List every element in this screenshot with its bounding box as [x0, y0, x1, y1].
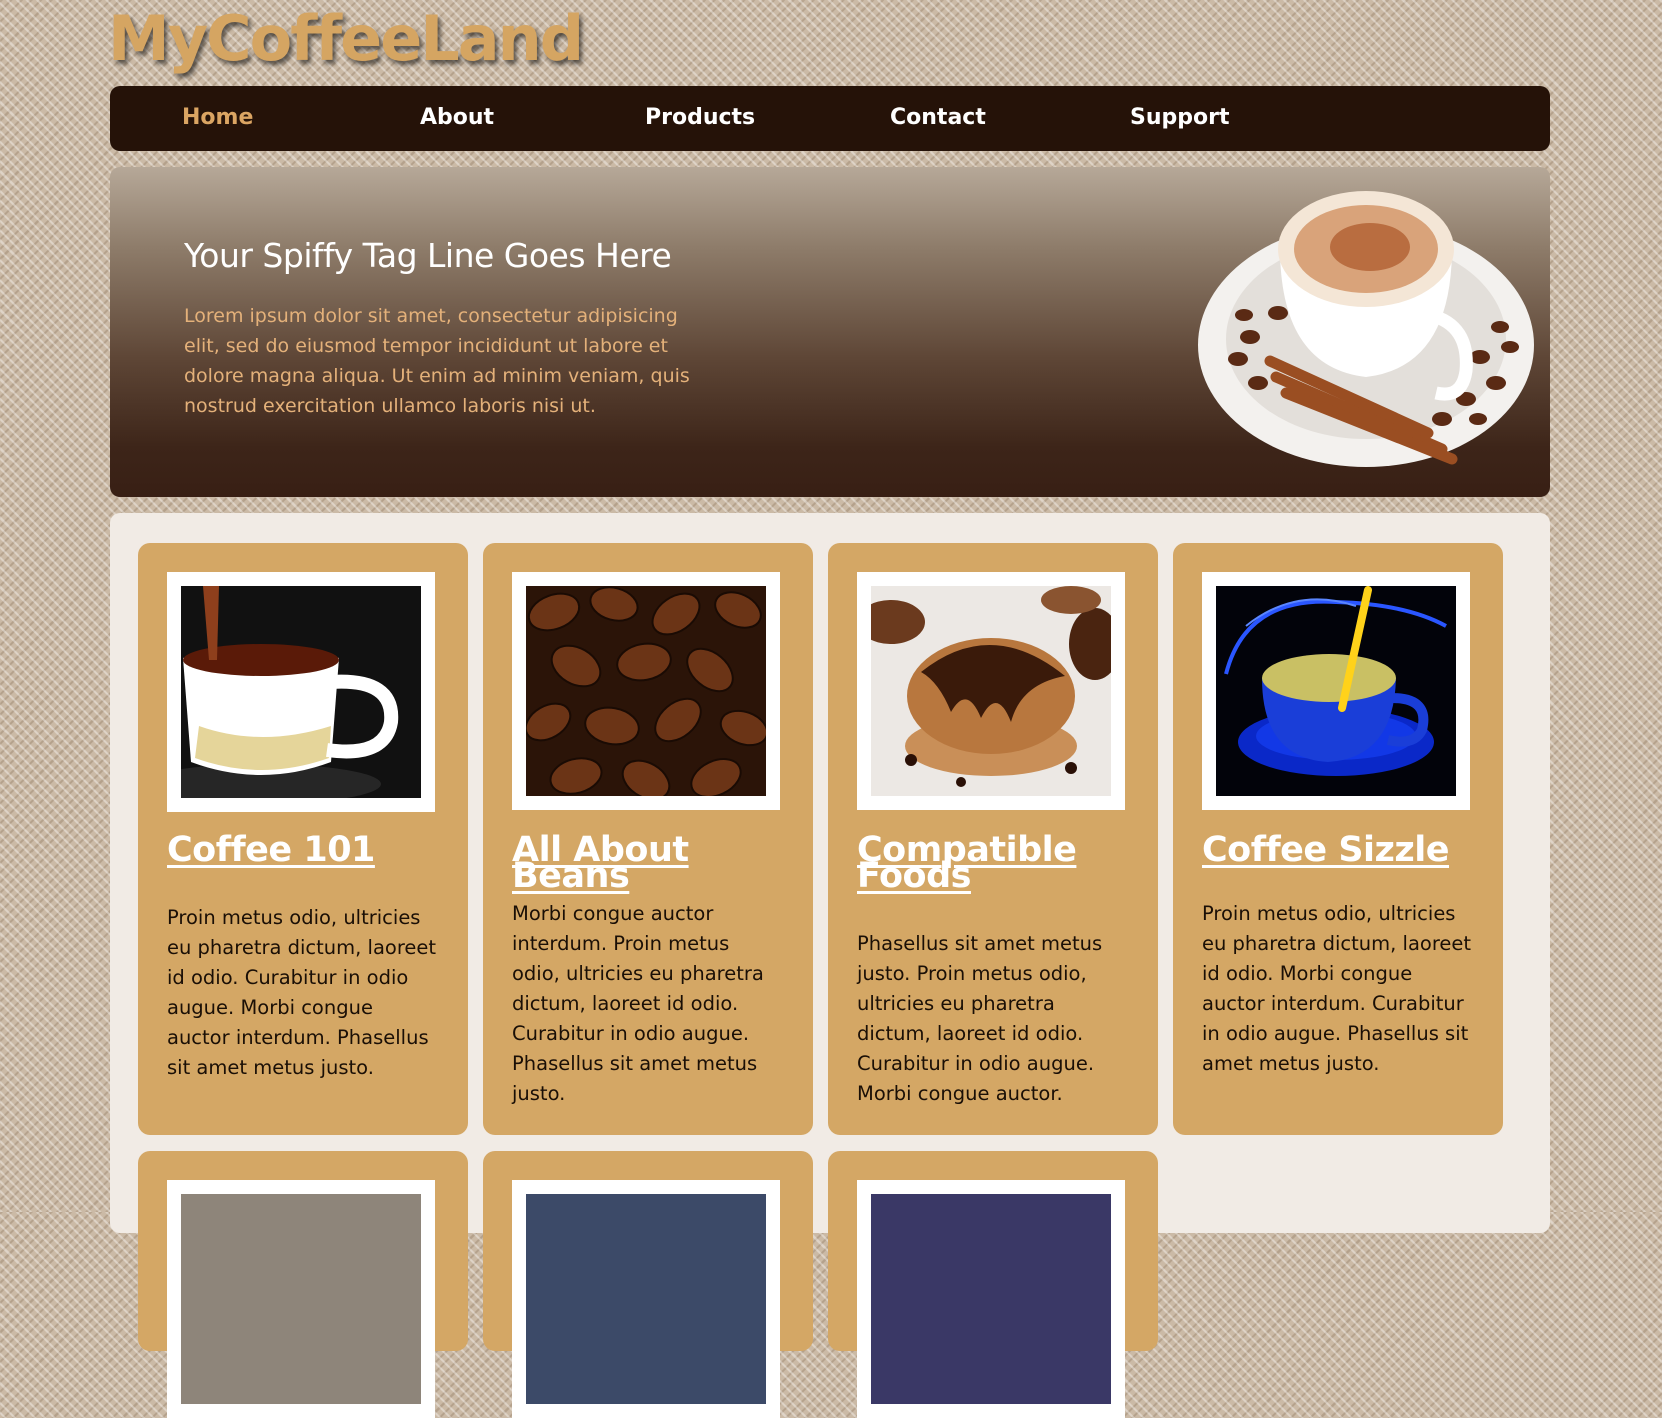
nav-contact[interactable]: Contact — [890, 86, 986, 149]
card-image — [526, 1194, 766, 1404]
chocolate-muffin-image — [871, 586, 1111, 796]
card-text: Morbi congue auctor interdum. Proin metu… — [512, 902, 764, 1105]
card-image-frame — [512, 1180, 780, 1418]
card-title[interactable]: Coffee Sizzle — [1202, 833, 1487, 868]
content-panel: Coffee 101 Proin metus odio, ultricies e… — [110, 513, 1550, 1418]
card-all-about-beans: All About Beans Morbi congue auctor inte… — [483, 543, 813, 1135]
nav-support[interactable]: Support — [1130, 86, 1229, 149]
card-image-frame — [857, 572, 1125, 810]
site-logo[interactable]: MyCoffeeLand — [108, 2, 584, 75]
card-text: Proin metus odio, ultricies eu pharetra … — [1202, 902, 1472, 1075]
card-partial — [483, 1151, 813, 1418]
coffee-beans-image — [526, 586, 766, 796]
card-text: Proin metus odio, ultricies eu pharetra … — [167, 906, 437, 1079]
card-image — [871, 1194, 1111, 1404]
card-image-frame — [512, 572, 780, 810]
card-partial — [828, 1151, 1158, 1418]
tea-cup-pouring-image — [181, 586, 421, 798]
hero-title: Your Spiffy Tag Line Goes Here — [184, 236, 672, 275]
nav-products[interactable]: Products — [645, 86, 755, 149]
card-partial — [138, 1151, 468, 1418]
cappuccino-image — [1198, 191, 1534, 467]
card-coffee-101: Coffee 101 Proin metus odio, ultricies e… — [138, 543, 468, 1135]
card-image-frame — [857, 1180, 1125, 1418]
main-nav: Home About Products Contact Support — [110, 86, 1550, 151]
card-title[interactable]: Coffee 101 — [167, 833, 452, 868]
blue-neon-cup-image — [1216, 586, 1456, 796]
card-compatible-foods: Compatible Foods Phasellus sit amet metu… — [828, 543, 1158, 1135]
card-title[interactable]: All About Beans — [512, 833, 797, 894]
hero-text: Lorem ipsum dolor sit amet, consectetur … — [184, 305, 690, 417]
card-image-frame — [167, 1180, 435, 1418]
card-coffee-sizzle: Coffee Sizzle Proin metus odio, ultricie… — [1173, 543, 1503, 1135]
card-text: Phasellus sit amet metus justo. Proin me… — [857, 932, 1103, 1105]
hero-banner: Your Spiffy Tag Line Goes Here Lorem ips… — [110, 167, 1550, 497]
nav-home[interactable]: Home — [182, 86, 253, 149]
card-image-frame — [167, 572, 435, 812]
nav-about[interactable]: About — [420, 86, 494, 149]
card-title[interactable]: Compatible Foods — [857, 833, 1142, 894]
card-image-frame — [1202, 572, 1470, 810]
card-image — [181, 1194, 421, 1404]
